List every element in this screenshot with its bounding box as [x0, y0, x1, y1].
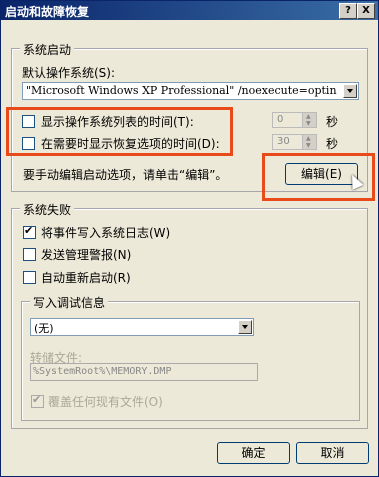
- write-event-log-label: 将事件写入系统日志(W): [41, 226, 171, 240]
- default-os-label: 默认操作系统(S):: [22, 66, 116, 80]
- overwrite-label: 覆盖任何现有文件(O): [48, 395, 163, 409]
- show-recovery-value: 30: [277, 136, 290, 147]
- ok-button[interactable]: 确定: [217, 442, 290, 464]
- help-button[interactable]: ?: [339, 3, 357, 19]
- show-recovery-unit: 秒: [326, 137, 339, 151]
- dump-file-value: %SystemRoot%\MEMORY.DMP: [33, 366, 172, 377]
- cancel-button[interactable]: 取消: [296, 442, 369, 464]
- dropdown-arrow-icon[interactable]: [238, 320, 252, 334]
- close-button[interactable]: X: [357, 3, 375, 19]
- debug-info-label: 写入调试信息: [30, 294, 109, 311]
- system-failure-label: 系统失败: [20, 201, 75, 218]
- dropdown-arrow-icon[interactable]: [343, 84, 357, 98]
- show-os-list-value: 0: [277, 114, 284, 125]
- send-alert-checkbox[interactable]: [23, 248, 36, 261]
- window-title: 启动和故障恢复: [5, 5, 90, 19]
- debug-info-select[interactable]: (无): [30, 318, 254, 336]
- auto-restart-checkbox[interactable]: [23, 271, 36, 284]
- auto-restart-label: 自动重新启动(R): [41, 271, 131, 285]
- spinner-arrows-icon[interactable]: ▲ ▼: [302, 135, 316, 149]
- edit-hint-text: 要手动编辑启动选项，请单击“编辑”。: [23, 168, 228, 182]
- overwrite-checkbox[interactable]: [31, 393, 44, 408]
- default-os-value: "Microsoft Windows XP Professional" /noe…: [26, 84, 337, 97]
- default-os-select[interactable]: "Microsoft Windows XP Professional" /noe…: [22, 82, 359, 100]
- system-startup-label: 系统启动: [20, 41, 75, 58]
- title-bar: 启动和故障恢复 ? X: [1, 1, 378, 20]
- show-os-list-label: 显示操作系统列表的时间(T):: [41, 115, 194, 129]
- show-os-list-unit: 秒: [326, 115, 339, 129]
- write-event-log-checkbox[interactable]: [23, 224, 36, 239]
- show-os-list-checkbox[interactable]: [22, 115, 35, 128]
- show-recovery-spinner[interactable]: 30 ▲ ▼: [272, 134, 317, 150]
- send-alert-label: 发送管理警报(N): [41, 248, 132, 262]
- spinner-arrows-icon[interactable]: ▲ ▼: [302, 113, 316, 127]
- dump-file-input[interactable]: %SystemRoot%\MEMORY.DMP: [30, 363, 258, 381]
- show-os-list-spinner[interactable]: 0 ▲ ▼: [272, 112, 317, 128]
- show-recovery-checkbox[interactable]: [22, 137, 35, 150]
- show-recovery-label: 在需要时显示恢复选项的时间(D):: [41, 137, 220, 151]
- debug-info-value: (无): [34, 322, 54, 335]
- edit-button[interactable]: 编辑(E): [285, 163, 358, 185]
- startup-recovery-dialog: 启动和故障恢复 ? X 系统启动 默认操作系统(S): "Microsoft W…: [0, 0, 379, 477]
